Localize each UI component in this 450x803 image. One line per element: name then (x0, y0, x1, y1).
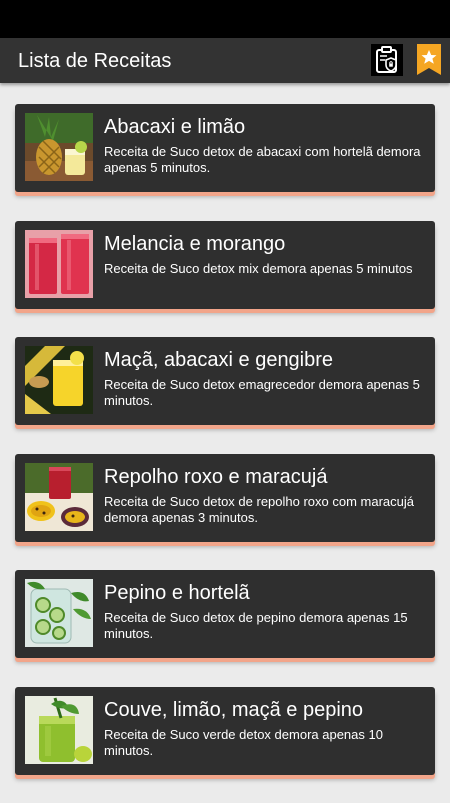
bookmark-star-icon (417, 44, 441, 75)
favorites-button[interactable] (416, 44, 442, 76)
recipe-description: Receita de Suco detox de pepino demora a… (104, 610, 408, 641)
recipe-description: Receita de Suco verde detox demora apena… (104, 726, 383, 758)
status-bar (0, 0, 450, 38)
recipe-thumbnail (25, 346, 93, 414)
recipe-thumbnail (25, 229, 93, 298)
privacy-policy-button[interactable] (371, 44, 403, 76)
recipe-list: Abacaxi e limão Receita de Suco detox de… (15, 104, 435, 803)
recipe-title: Repolho roxo e maracujá (104, 465, 328, 488)
recipe-card-maca-abacaxi-gengibre[interactable]: Maçã, abacaxi e gengibre Receita de Suco… (15, 337, 435, 425)
clipboard-shield-icon (371, 44, 403, 76)
recipe-description: Receita de Suco detox mix demora apenas … (104, 260, 413, 276)
recipe-thumbnail (25, 695, 93, 764)
recipe-title: Pepino e hortelã (104, 582, 250, 604)
recipe-card-repolho-maracuja[interactable]: Repolho roxo e maracujá Receita de Suco … (15, 453, 435, 542)
recipe-title: Maçã, abacaxi e gengibre (104, 349, 334, 371)
recipe-description: Receita de Suco detox emagrecedor demora… (104, 377, 420, 408)
app-bar: Lista de Receitas (0, 38, 450, 83)
recipe-title: Couve, limão, maçã e pepino (104, 698, 364, 721)
recipe-title: Abacaxi e limão (104, 116, 246, 138)
recipe-card-melancia-morango[interactable]: Melancia e morango Receita de Suco detox… (15, 220, 435, 309)
page-title: Lista de Receitas (18, 50, 172, 72)
recipe-card-couve-limao-maca-pepino[interactable]: Couve, limão, maçã e pepino Receita de S… (15, 686, 435, 775)
recipe-thumbnail (25, 579, 93, 647)
recipe-thumbnail (25, 113, 93, 181)
recipe-description: Receita de Suco detox de repolho roxo co… (104, 493, 415, 525)
recipe-description: Receita de Suco detox de abacaxi com hor… (104, 144, 421, 175)
recipe-title: Melancia e morango (104, 232, 286, 255)
recipe-thumbnail (25, 462, 93, 531)
recipe-card-pepino-hortela[interactable]: Pepino e hortelã Receita de Suco detox d… (15, 570, 435, 658)
recipe-card-abacaxi-limao[interactable]: Abacaxi e limão Receita de Suco detox de… (15, 104, 435, 192)
